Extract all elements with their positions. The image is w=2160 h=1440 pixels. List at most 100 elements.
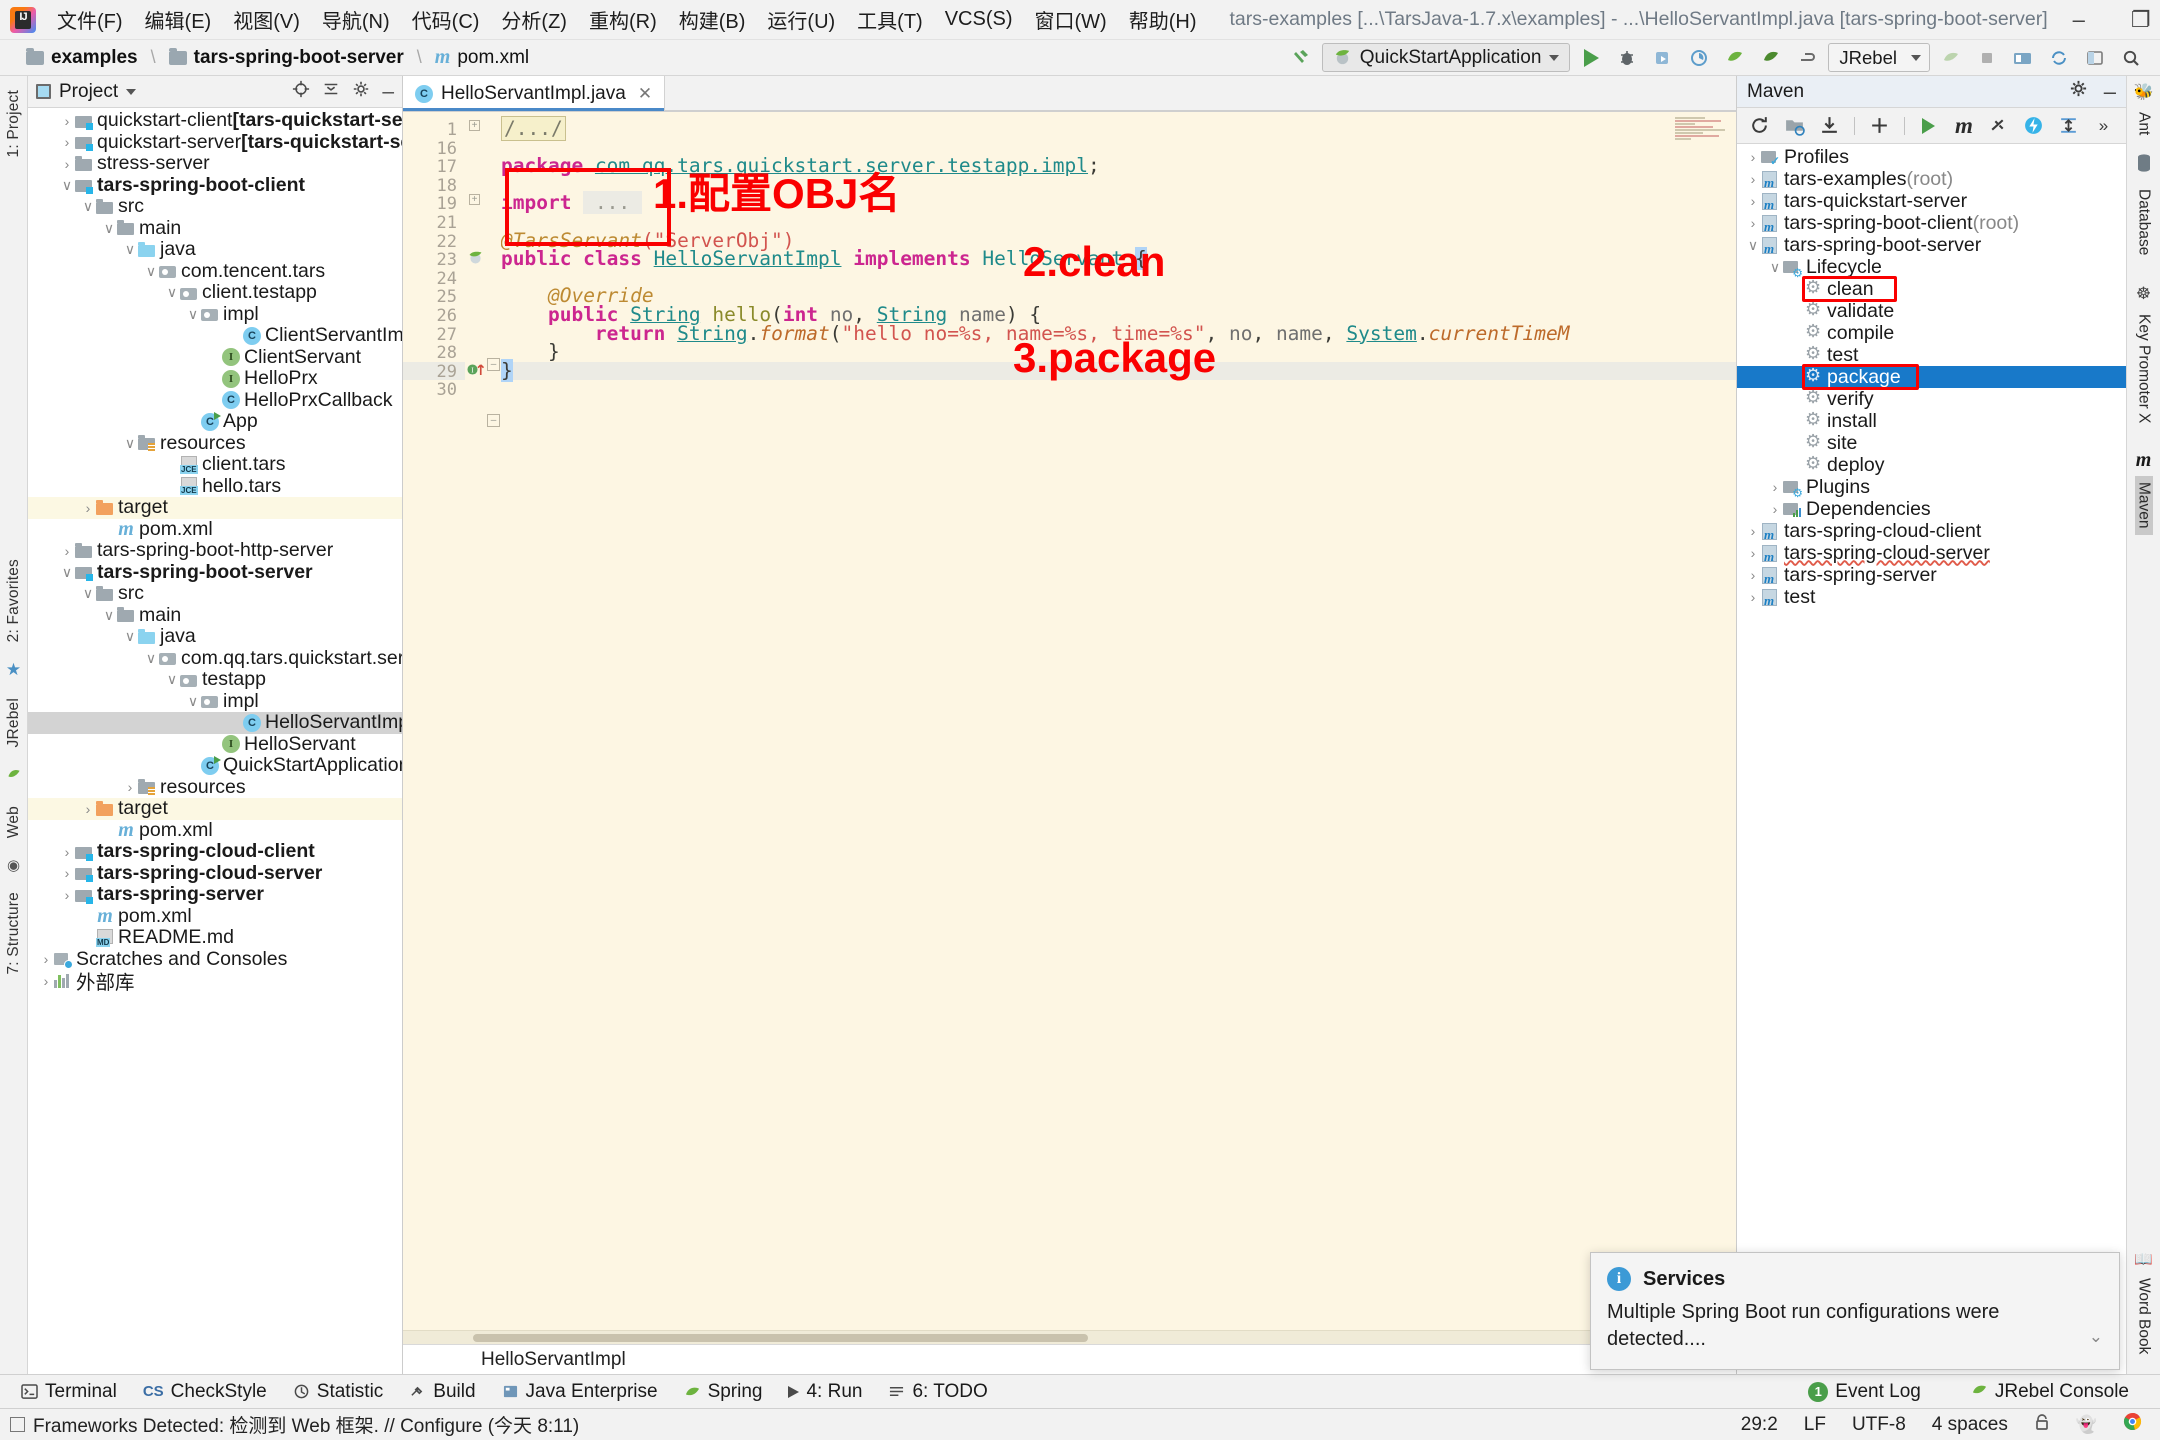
maven-tree-row[interactable]: ›mtars-spring-boot-client (root)	[1737, 212, 2126, 234]
profiler-icon[interactable]	[1684, 44, 1714, 72]
project-tree-row[interactable]: ∨java	[28, 626, 402, 648]
chevron-right-icon[interactable]: ›	[1745, 193, 1761, 209]
refresh-icon[interactable]	[1747, 113, 1772, 139]
project-tree-row[interactable]: ∨src	[28, 583, 402, 605]
jrebel-selector[interactable]: JRebel	[1828, 43, 1930, 72]
code-minimap[interactable]	[1669, 116, 1735, 182]
code-viewport[interactable]: 11617181921222324252627282930 + + I – – …	[403, 112, 1736, 1330]
project-tree-row[interactable]: ›tars-spring-boot-http-server	[28, 540, 402, 562]
tool-window-button-spring[interactable]: Spring	[671, 1379, 776, 1405]
project-tree-row[interactable]: ∨main	[28, 605, 402, 627]
expand-icon[interactable]	[2056, 113, 2081, 139]
project-tree-row[interactable]: CQuickStartApplication	[28, 755, 402, 777]
chevron-down-icon[interactable]: ∨	[185, 693, 201, 710]
project-tree-row[interactable]: ∨impl	[28, 304, 402, 326]
chevron-down-icon[interactable]: ∨	[59, 177, 75, 194]
chevron-down-icon[interactable]: ∨	[143, 650, 159, 667]
add-folder-icon[interactable]	[1782, 113, 1807, 139]
chevron-right-icon[interactable]: ›	[59, 113, 75, 129]
maven-tree-row[interactable]: verify	[1737, 388, 2126, 410]
chevron-right-icon[interactable]: ›	[80, 500, 96, 516]
chevron-right-icon[interactable]: ›	[1745, 545, 1761, 561]
indent-setting[interactable]: 4 spaces	[1932, 1414, 2008, 1436]
project-tree[interactable]: ›quickstart-client [tars-quickstart-serv…	[28, 108, 402, 1374]
update-project-icon[interactable]	[2008, 44, 2038, 72]
menu-item-1[interactable]: 编辑(E)	[134, 1, 223, 38]
download-icon[interactable]	[1817, 113, 1842, 139]
tool-window-button-4-run[interactable]: 4: Run	[775, 1379, 875, 1405]
chevron-right-icon[interactable]: ›	[59, 543, 75, 559]
rail-item-jrebel[interactable]: JRebel	[5, 690, 23, 755]
project-tree-row[interactable]: CApp	[28, 411, 402, 433]
run-configuration-selector[interactable]: QuickStartApplication	[1322, 43, 1571, 72]
chrome-icon[interactable]	[2123, 1412, 2142, 1437]
chevron-right-icon[interactable]: ›	[1745, 149, 1761, 165]
project-tree-row-selected[interactable]: CHelloServantImpl	[28, 712, 402, 734]
project-tree-row[interactable]: CHelloPrxCallback	[28, 390, 402, 412]
menu-item-12[interactable]: 帮助(H)	[1118, 1, 1208, 38]
scroll-from-source-icon[interactable]	[292, 80, 310, 104]
chevron-down-icon[interactable]: ∨	[185, 306, 201, 323]
jrebel-settings-icon[interactable]	[1936, 44, 1966, 72]
project-tree-row[interactable]: ∨client.testapp	[28, 282, 402, 304]
project-tree-row[interactable]: ›quickstart-client [tars-quickstart-serv…	[28, 110, 402, 132]
chevron-right-icon[interactable]: ›	[38, 973, 54, 989]
project-tree-row[interactable]: CClientServantImpl	[28, 325, 402, 347]
project-tree-row[interactable]: ∨testapp	[28, 669, 402, 691]
jrebel-debug-icon[interactable]	[1756, 44, 1786, 72]
source-code[interactable]: /.../package com.qq.tars.quickstart.serv…	[501, 112, 1736, 1330]
run-class-gutter-icon[interactable]	[467, 249, 484, 272]
project-tree-row[interactable]: ∨java	[28, 239, 402, 261]
project-tree-row[interactable]: ∨main	[28, 218, 402, 240]
build-hammer-icon[interactable]	[1286, 44, 1316, 72]
maven-tree-row[interactable]: clean	[1737, 278, 2126, 300]
tool-window-button-terminal[interactable]: Terminal	[8, 1379, 130, 1405]
menu-item-4[interactable]: 代码(C)	[401, 1, 491, 38]
project-tree-row[interactable]: mpom.xml	[28, 519, 402, 541]
tool-window-button-statistic[interactable]: Statistic	[280, 1379, 397, 1405]
chevron-down-icon[interactable]: ∨	[122, 628, 138, 645]
chevron-right-icon[interactable]: ›	[1767, 501, 1783, 517]
run-button[interactable]	[1576, 44, 1606, 72]
hide-panel-icon[interactable]: –	[2104, 86, 2116, 98]
editor-horizontal-scrollbar[interactable]	[403, 1330, 1736, 1344]
maven-tree-row[interactable]: ›mtars-spring-cloud-server	[1737, 542, 2126, 564]
chevron-right-icon[interactable]: ›	[1745, 171, 1761, 187]
maven-tree-row-selected[interactable]: package	[1737, 366, 2126, 388]
search-icon[interactable]	[2116, 44, 2146, 72]
chevron-right-icon[interactable]: ›	[1745, 567, 1761, 583]
maven-tree[interactable]: ›✓Profiles›mtars-examples (root)›mtars-q…	[1737, 144, 2126, 1374]
project-tree-row[interactable]: ›外部库	[28, 970, 402, 992]
chevron-down-icon[interactable]: ∨	[122, 241, 138, 258]
project-tree-row[interactable]: mpom.xml	[28, 820, 402, 842]
maven-tree-row[interactable]: validate	[1737, 300, 2126, 322]
project-tree-row[interactable]: ∨tars-spring-boot-client	[28, 175, 402, 197]
services-notification-popup[interactable]: i Services Multiple Spring Boot run conf…	[1590, 1252, 2120, 1370]
chevron-right-icon[interactable]: ›	[80, 801, 96, 817]
fold-plus-icon[interactable]: +	[469, 120, 480, 131]
tool-window-button-checkstyle[interactable]: CSCheckStyle	[130, 1379, 280, 1405]
maven-tree-row[interactable]: ›mtars-quickstart-server	[1737, 190, 2126, 212]
chevron-down-icon[interactable]: ∨	[80, 198, 96, 215]
maven-tree-row[interactable]: ›Dependencies	[1737, 498, 2126, 520]
chevron-right-icon[interactable]: ›	[122, 779, 138, 795]
maven-tree-row[interactable]: compile	[1737, 322, 2126, 344]
chevron-down-icon[interactable]: ∨	[80, 585, 96, 602]
menu-item-3[interactable]: 导航(N)	[311, 1, 401, 38]
chevron-right-icon[interactable]: ›	[1745, 589, 1761, 605]
project-tree-row[interactable]: ∨resources	[28, 433, 402, 455]
maven-tree-row[interactable]: ›mtest	[1737, 586, 2126, 608]
maven-tree-row[interactable]: ∨⚙Lifecycle	[1737, 256, 2126, 278]
project-tree-row[interactable]: MDREADME.md	[28, 927, 402, 949]
project-tree-row[interactable]: ∨impl	[28, 691, 402, 713]
fold-end-icon[interactable]: –	[487, 414, 500, 427]
chevron-down-icon[interactable]: ∨	[143, 263, 159, 280]
project-tree-row[interactable]: ∨tars-spring-boot-server	[28, 562, 402, 584]
project-tree-row[interactable]: IClientServant	[28, 347, 402, 369]
rail-item-database[interactable]: Database	[2135, 183, 2153, 261]
fold-minus-icon[interactable]: –	[487, 358, 500, 371]
rail-item-word-book[interactable]: Word Book	[2135, 1272, 2153, 1360]
maven-tree-row[interactable]: site	[1737, 432, 2126, 454]
chevron-down-icon[interactable]: ∨	[164, 284, 180, 301]
chevron-down-icon[interactable]: ∨	[1745, 237, 1761, 254]
